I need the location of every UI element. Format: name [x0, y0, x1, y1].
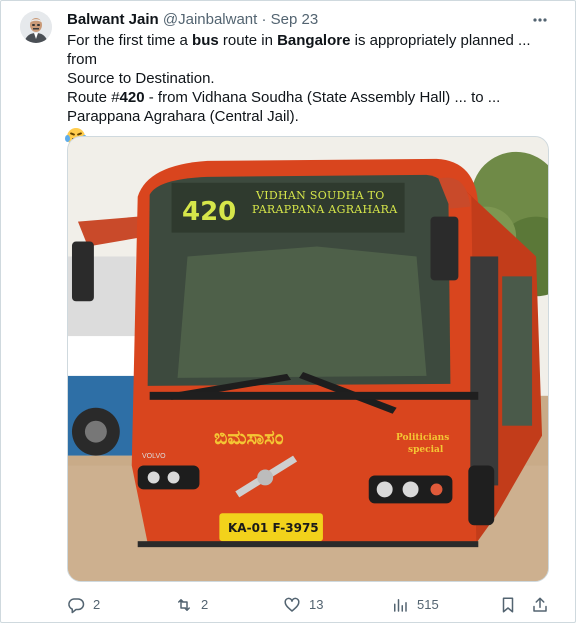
reply-count: 2: [93, 597, 101, 612]
heart-icon: [284, 597, 300, 612]
tweet-header: Balwant Jain @Jainbalwant · Sep 23: [67, 11, 318, 29]
tweet-photo[interactable]: 420 VIDHAN SOUDHA TO PARAPPANA AGRAHARA …: [67, 136, 549, 582]
share-icon: [533, 597, 547, 612]
tweet-actions: 2 2 13 515: [67, 595, 553, 615]
tweet-text: For the first time a bus route in Bangal…: [65, 31, 553, 147]
tweet-line-4: Parappana Agrahara (Central Jail).: [67, 108, 299, 125]
bus-brand: VOLVO: [142, 453, 166, 460]
license-plate: KA-01 F-3975: [228, 521, 319, 535]
tweet-line-2: Source to Destination.: [67, 70, 215, 87]
bookmark-button[interactable]: [499, 595, 525, 615]
tweet-date[interactable]: Sep 23: [271, 11, 319, 28]
tweet-card[interactable]: Balwant Jain @Jainbalwant · Sep 23 For t…: [0, 0, 576, 623]
reply-button[interactable]: 2: [67, 595, 100, 615]
views-bar-chart-icon: [394, 599, 407, 612]
destination-line-2: PARAPPANA AGRAHARA: [252, 203, 398, 216]
more-options-icon[interactable]: [531, 12, 549, 28]
tweet-line-3: Route #420 - from Vidhana Soudha (State …: [67, 89, 501, 106]
author-handle[interactable]: @Jainbalwant: [163, 11, 257, 28]
side-text-line-1: Politicians: [396, 433, 450, 443]
bus-name-kannada: ಬಿಮಸಾಸಂ: [214, 425, 284, 449]
avatar-portrait-icon: [20, 11, 52, 43]
reply-icon: [68, 598, 85, 614]
header-separator: ·: [261, 11, 267, 28]
avatar[interactable]: [20, 11, 52, 43]
destination-line-1: VIDHAN SOUDHA TO: [256, 189, 385, 202]
route-number: 420: [182, 197, 237, 227]
retweet-button[interactable]: 2: [175, 595, 208, 615]
bookmark-icon: [502, 597, 514, 613]
author-name[interactable]: Balwant Jain: [67, 11, 159, 28]
like-count: 13: [309, 597, 324, 612]
views-button[interactable]: 515: [391, 595, 439, 615]
retweet-count: 2: [201, 597, 209, 612]
retweet-icon: [178, 599, 190, 611]
like-button[interactable]: 13: [283, 595, 323, 615]
views-count: 515: [417, 597, 439, 612]
share-button[interactable]: [531, 595, 557, 615]
side-text-line-2: special: [408, 445, 444, 455]
tweet-line-1: For the first time a bus route in Bangal…: [67, 32, 531, 68]
